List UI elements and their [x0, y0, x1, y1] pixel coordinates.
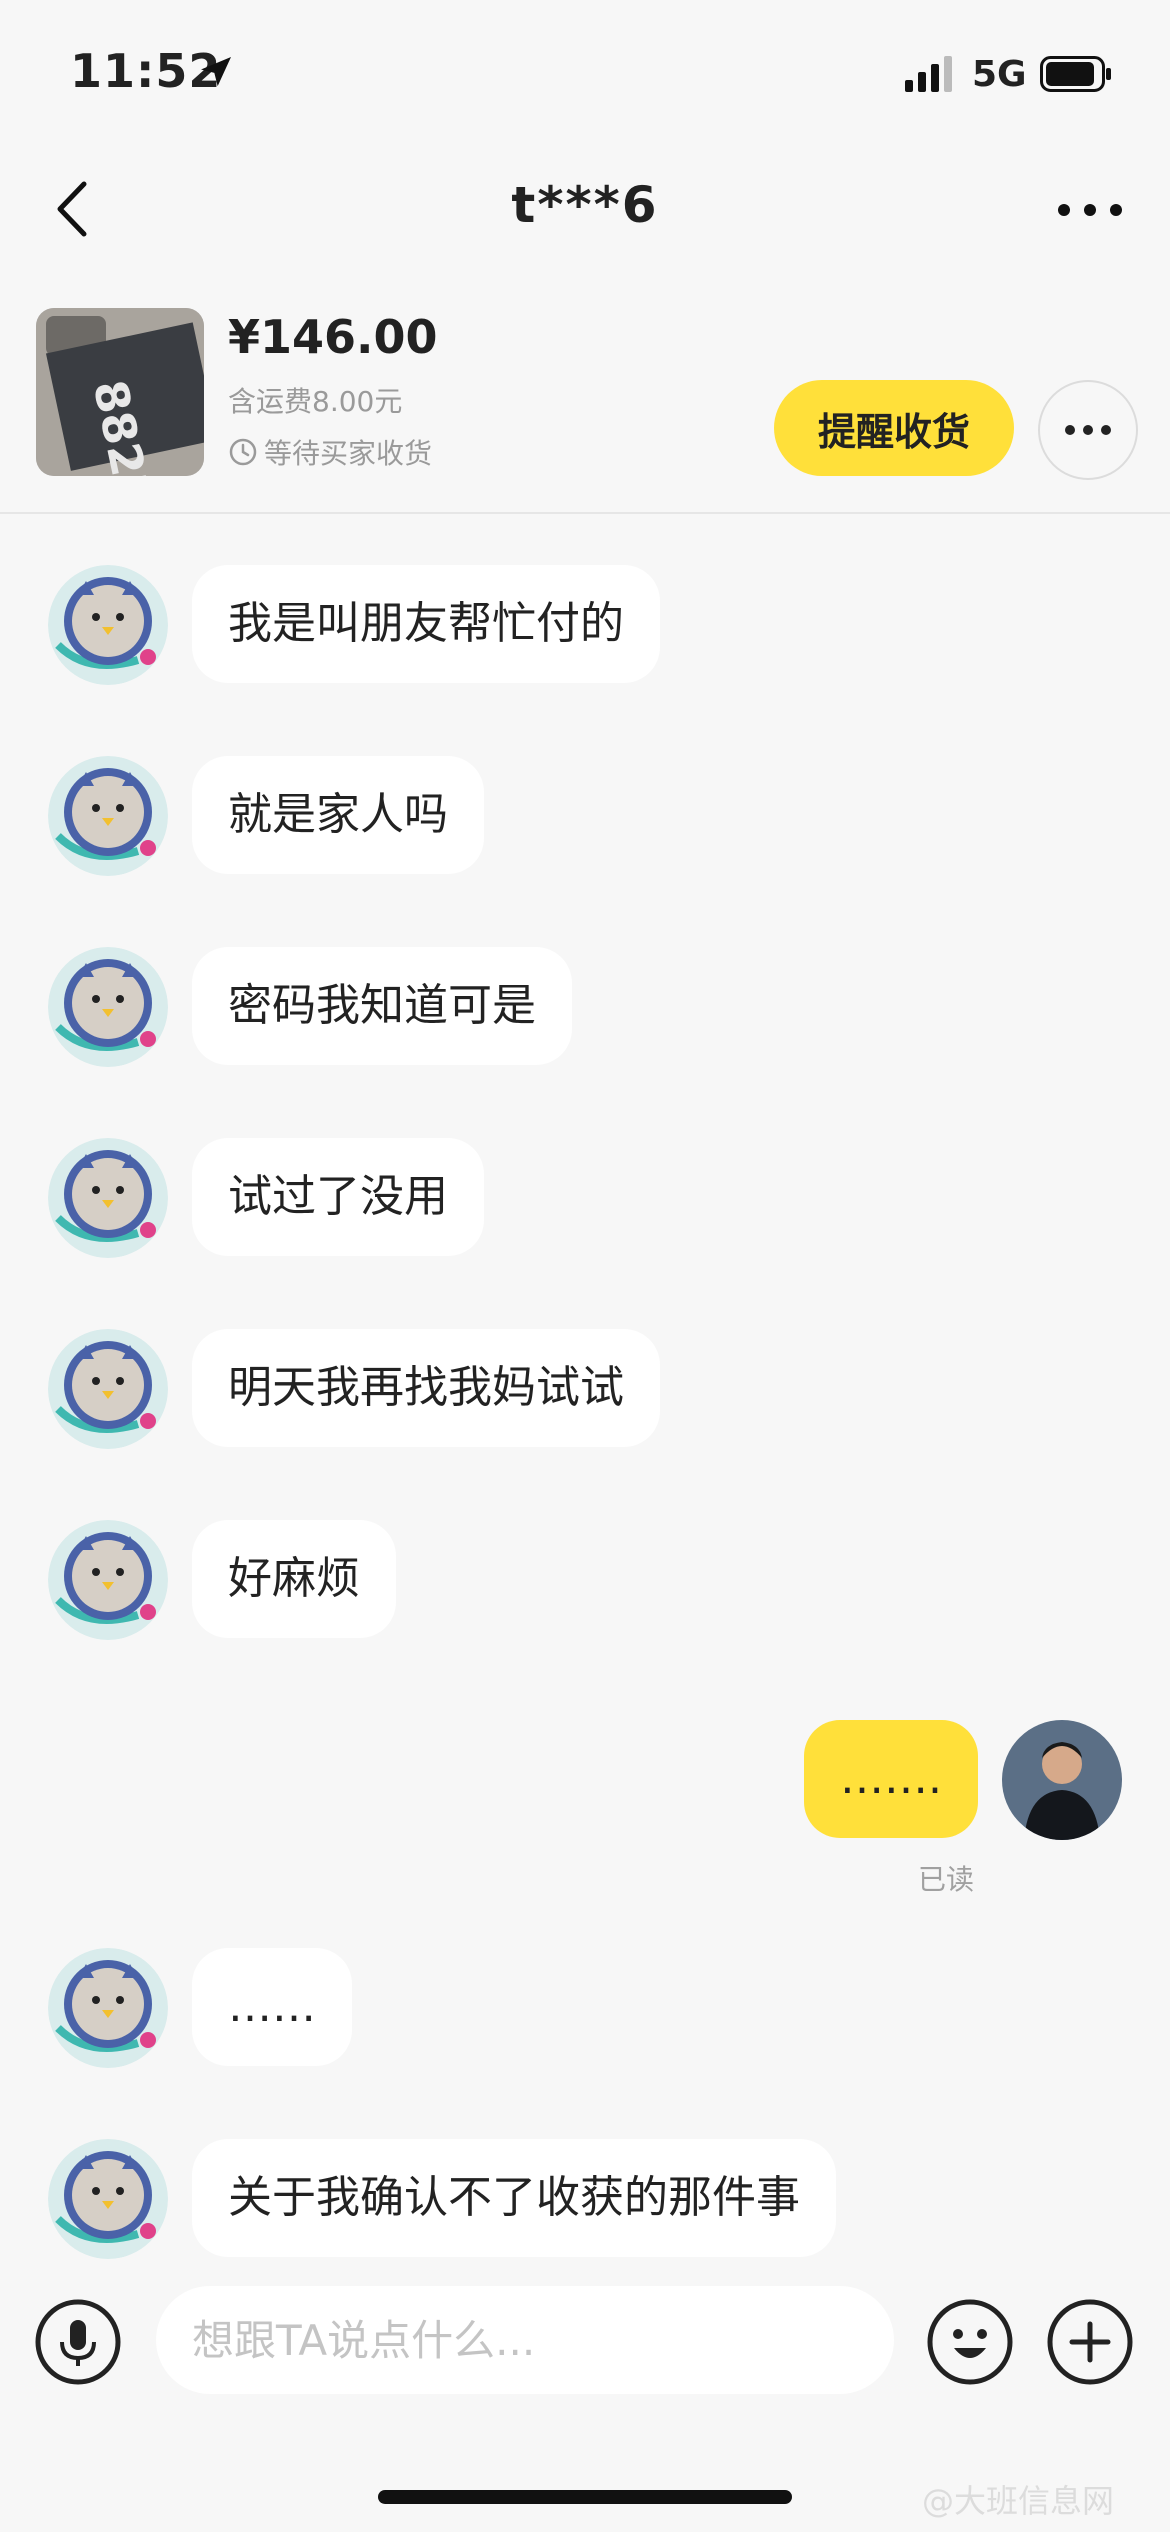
shipping-fee: 含运费8.00元: [228, 385, 403, 418]
message-input[interactable]: [156, 2286, 894, 2394]
read-receipt: 已读: [918, 1863, 975, 1896]
user-avatar[interactable]: [1002, 1720, 1122, 1840]
home-indicator[interactable]: [378, 2490, 792, 2504]
contact-avatar[interactable]: [48, 2139, 168, 2259]
contact-avatar[interactable]: [48, 1520, 168, 1640]
contact-avatar[interactable]: [48, 1138, 168, 1258]
order-more-icon[interactable]: [1038, 380, 1138, 480]
order-card: 8822 ¥146.00 含运费8.00元 等待买家收货 提醒收货: [0, 290, 1170, 514]
product-photo-icon: 8822: [36, 308, 204, 476]
network-type: 5G: [972, 54, 1027, 95]
received-message-bubble[interactable]: 好麻烦: [192, 1520, 396, 1638]
contact-avatar[interactable]: [48, 1948, 168, 2068]
order-price: ¥146.00: [228, 310, 438, 364]
clock-icon: [229, 438, 257, 466]
input-bar: [0, 2270, 1170, 2420]
received-message-bubble[interactable]: 我是叫朋友帮忙付的: [192, 565, 660, 683]
received-message-bubble[interactable]: 明天我再找我妈试试: [192, 1329, 660, 1447]
order-status-text: 等待买家收货: [264, 437, 433, 470]
received-message-bubble[interactable]: 关于我确认不了收获的那件事: [192, 2139, 836, 2257]
chat-title: t***6: [511, 176, 659, 234]
signal-icon: [905, 56, 952, 92]
nav-bar: t***6: [0, 150, 1170, 280]
contact-avatar[interactable]: [48, 947, 168, 1067]
received-message-bubble[interactable]: ……: [192, 1948, 352, 2066]
status-bar: 11:52 5G: [0, 0, 1170, 150]
contact-avatar[interactable]: [48, 1329, 168, 1449]
received-message-bubble[interactable]: 试过了没用: [192, 1138, 484, 1256]
product-thumbnail[interactable]: 8822: [36, 308, 204, 476]
emoji-icon[interactable]: [926, 2298, 1014, 2386]
remind-receipt-button[interactable]: 提醒收货: [774, 380, 1014, 476]
plus-icon[interactable]: [1046, 2298, 1134, 2386]
more-options-icon[interactable]: [1050, 180, 1130, 240]
received-message-bubble[interactable]: 密码我知道可是: [192, 947, 572, 1065]
watermark: @大班信息网: [922, 2482, 1115, 2520]
received-message-bubble[interactable]: 就是家人吗: [192, 756, 484, 874]
order-status: 等待买家收货: [228, 432, 432, 472]
location-arrow-icon: [201, 57, 231, 87]
sent-message-bubble[interactable]: …….: [804, 1720, 978, 1838]
contact-avatar[interactable]: [48, 565, 168, 685]
battery-icon: [1040, 56, 1111, 92]
microphone-icon[interactable]: [34, 2298, 122, 2386]
contact-avatar[interactable]: [48, 756, 168, 876]
